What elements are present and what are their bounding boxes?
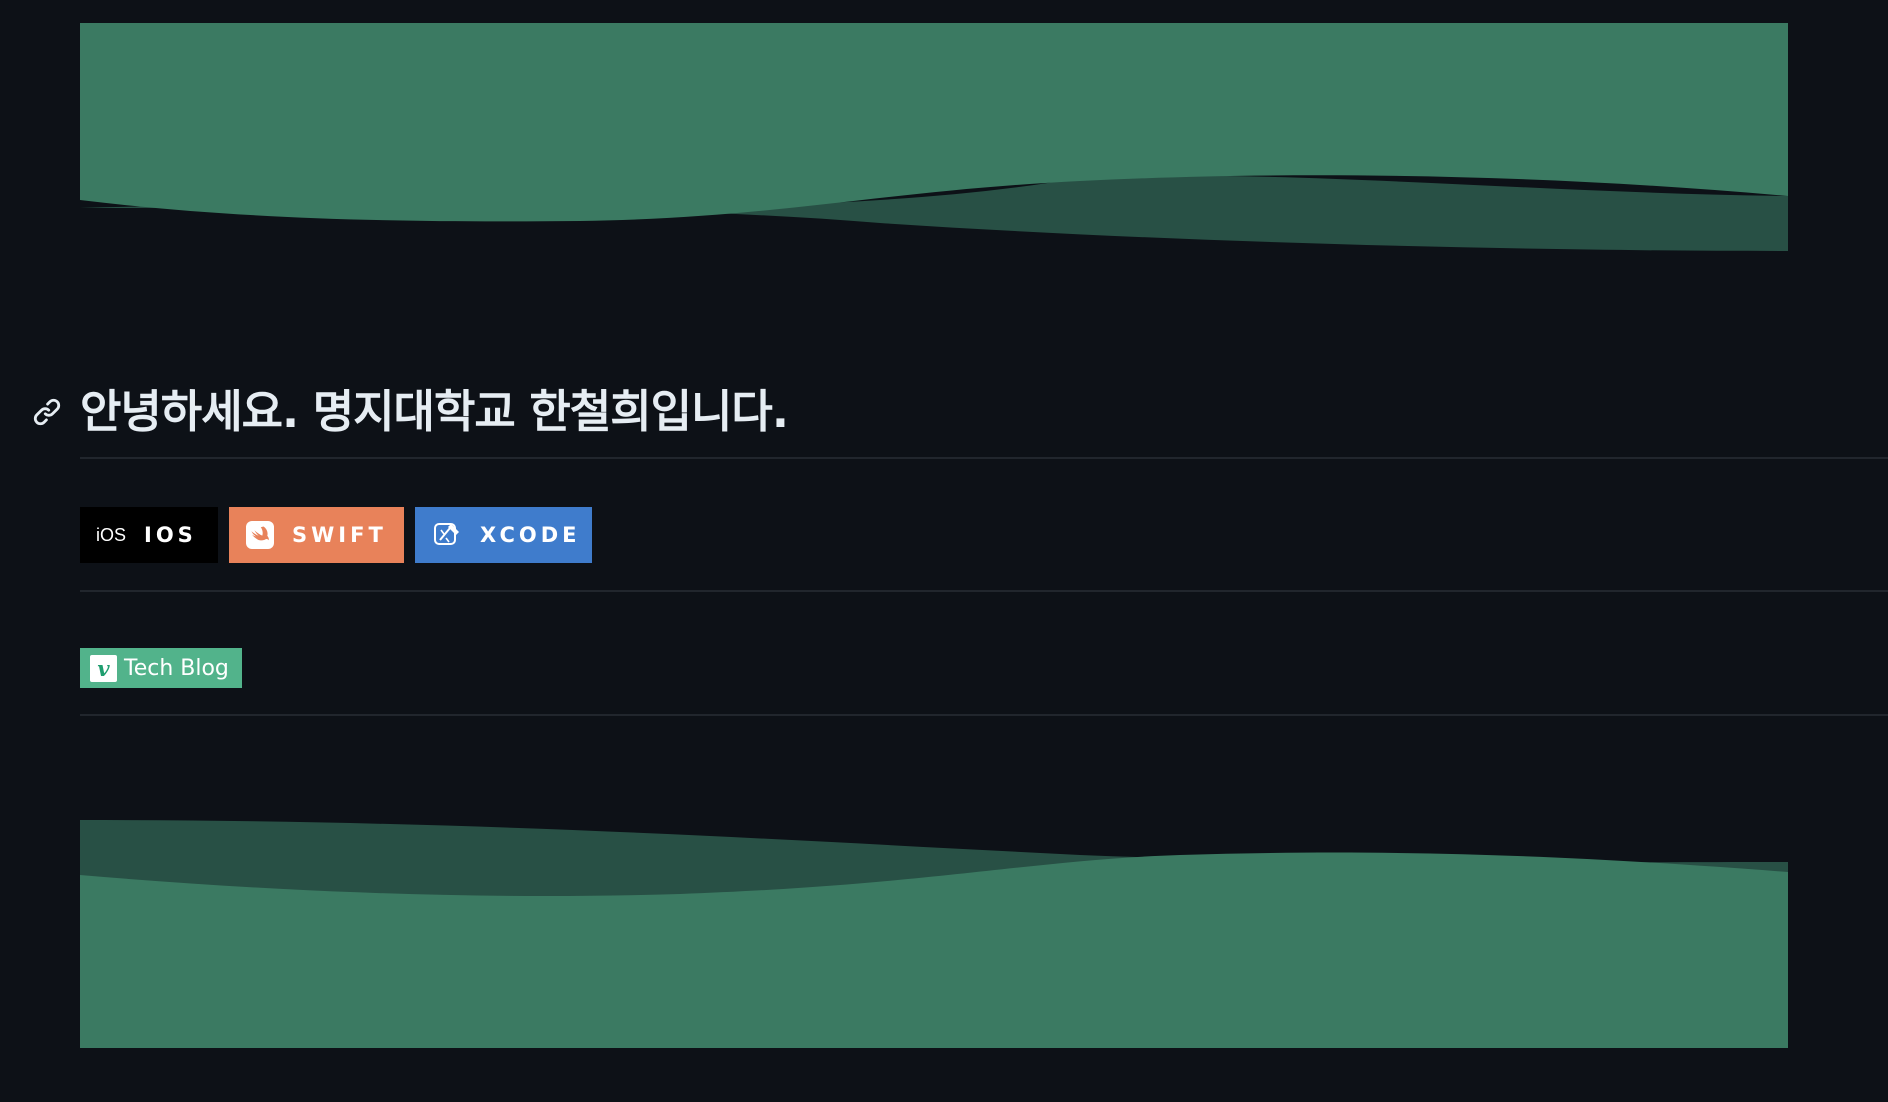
swift-badge[interactable]: SWIFT: [229, 507, 404, 563]
ios-icon: iOS: [96, 525, 126, 546]
swift-badge-label: SWIFT: [292, 523, 387, 547]
xcode-badge-label: XCODE: [480, 523, 581, 547]
heading-divider: [80, 457, 1888, 459]
ios-badge-label: IOS: [144, 523, 197, 547]
header-wave-banner: [80, 23, 1788, 251]
velog-icon: v: [90, 654, 117, 682]
page-title: 안녕하세요. 명지대학교 한철희입니다.: [80, 385, 789, 438]
blog-divider: [80, 714, 1888, 716]
ios-badge[interactable]: iOS IOS: [80, 507, 218, 563]
tech-stack-badges: iOS IOS SWIFT XCODE: [80, 507, 592, 563]
badges-divider: [80, 590, 1888, 592]
xcode-badge[interactable]: XCODE: [415, 507, 592, 563]
ios-logo-label: iOS: [96, 524, 127, 545]
tech-blog-label: Tech Blog: [124, 655, 229, 681]
tech-blog-badge[interactable]: v Tech Blog: [80, 648, 242, 688]
xcode-icon: [432, 520, 462, 550]
swift-icon: [246, 521, 274, 549]
footer-wave-banner: [80, 820, 1788, 1048]
readme-page: 안녕하세요. 명지대학교 한철희입니다. iOS IOS SWIFT XCODE…: [0, 0, 1888, 1102]
link-icon: [33, 398, 61, 426]
heading-anchor-link[interactable]: [30, 395, 64, 429]
